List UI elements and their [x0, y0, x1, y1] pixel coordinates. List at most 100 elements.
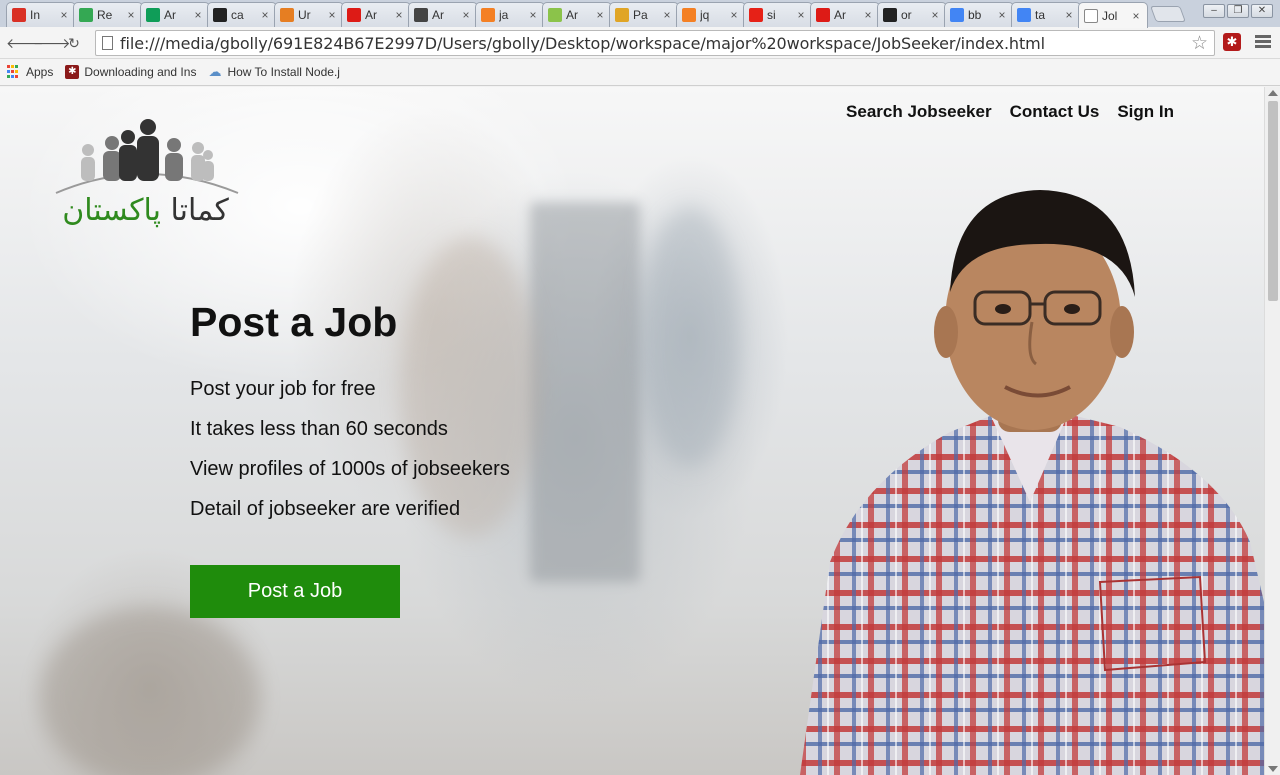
bookmark-label: Apps [26, 65, 54, 79]
bookmark-label: How To Install Node.j [227, 65, 340, 79]
tab-close-icon[interactable]: × [996, 8, 1008, 22]
tab-close-icon[interactable]: × [929, 8, 941, 22]
scroll-up-icon[interactable] [1268, 90, 1278, 96]
tab-title: ta [1035, 8, 1046, 22]
egghead-icon [548, 8, 562, 22]
nav-sign-in[interactable]: Sign In [1117, 102, 1174, 122]
tab-close-icon[interactable]: × [728, 8, 740, 22]
person-portrait-image [800, 190, 1264, 775]
people-silhouette-icon [55, 119, 239, 194]
browser-tab[interactable]: In × [6, 2, 76, 27]
tab-close-icon[interactable]: × [58, 8, 70, 22]
page-icon [1084, 8, 1098, 23]
vertical-scrollbar[interactable] [1264, 87, 1280, 775]
browser-tab[interactable]: ca × [207, 2, 277, 27]
tab-title: Ar [164, 8, 176, 22]
maximize-button[interactable]: ❐ [1227, 4, 1249, 18]
browser-tab[interactable]: Ar × [542, 2, 612, 27]
tab-close-icon[interactable]: × [460, 8, 472, 22]
bookmark-item[interactable]: ✱ Downloading and Ins [65, 65, 196, 79]
benefit-item: Detail of jobseeker are verified [190, 498, 461, 520]
tab-close-icon[interactable]: × [862, 8, 874, 22]
tab-close-icon[interactable]: × [259, 8, 271, 22]
angular-icon [816, 8, 830, 22]
page-viewport: Search Jobseeker Contact Us Sign In کمات… [0, 87, 1264, 775]
sitepoint-icon [280, 8, 294, 22]
scroll-down-icon[interactable] [1268, 766, 1278, 772]
apps-grid-icon [7, 65, 21, 79]
logo-text: کماتا پاکستان [48, 193, 243, 228]
chrome-menu-icon[interactable] [1255, 33, 1271, 51]
google-search-icon [950, 8, 964, 22]
browser-tab[interactable]: ja × [475, 2, 545, 27]
url-text[interactable]: file:///media/gbolly/691E824B67E2997D/Us… [120, 34, 1045, 53]
browser-tab[interactable]: jq × [676, 2, 746, 27]
google-sheets-icon [146, 8, 160, 22]
tab-close-icon[interactable]: × [594, 8, 606, 22]
minimize-button[interactable]: – [1203, 4, 1225, 18]
site-logo[interactable]: کماتا پاکستان [48, 115, 243, 240]
close-window-button[interactable]: ✕ [1251, 4, 1273, 18]
tab-close-icon[interactable]: × [1130, 9, 1142, 23]
logo-text-green: پاکستان [62, 193, 161, 228]
browser-tab[interactable]: Ar × [140, 2, 210, 27]
tab-close-icon[interactable]: × [192, 8, 204, 22]
nav-contact-us[interactable]: Contact Us [1010, 102, 1100, 122]
tab-title: Jol [1102, 8, 1118, 23]
browser-tab[interactable]: Ur × [274, 2, 344, 27]
tab-title: ca [231, 8, 244, 22]
browser-tab[interactable]: si × [743, 2, 813, 27]
tab-close-icon[interactable]: × [1063, 8, 1075, 22]
bookmark-favicon-icon: ✱ [65, 65, 80, 79]
browser-tab[interactable]: Re × [73, 2, 143, 27]
extension-icon[interactable]: ✱ [1223, 33, 1241, 51]
tab-close-icon[interactable]: × [393, 8, 405, 22]
bookmark-apps[interactable]: Apps [7, 65, 53, 79]
tab-title: Ar [432, 8, 444, 22]
forward-button[interactable]: 🡒 [33, 33, 71, 53]
glasses-icon [414, 8, 428, 22]
browser-tab[interactable]: Ar × [408, 2, 478, 27]
page-icon [102, 36, 113, 50]
browser-tab[interactable]: Jol × [1078, 2, 1148, 28]
gmail-icon [12, 8, 26, 22]
reload-button[interactable]: ↻ [63, 33, 85, 53]
bookmark-item[interactable]: ☁ How To Install Node.j [208, 65, 340, 80]
tab-close-icon[interactable]: × [326, 8, 338, 22]
tab-title: Ur [298, 8, 311, 22]
back-button[interactable]: 🡐 [6, 33, 44, 53]
browser-tab[interactable]: or × [877, 2, 947, 27]
tab-close-icon[interactable]: × [795, 8, 807, 22]
tab-close-icon[interactable]: × [125, 8, 137, 22]
browser-tab[interactable]: bb × [944, 2, 1014, 27]
benefit-item: It takes less than 60 seconds [190, 418, 448, 440]
tab-title: Ar [365, 8, 377, 22]
bookmark-star-icon[interactable]: ☆ [1191, 32, 1208, 55]
tab-close-icon[interactable]: × [661, 8, 673, 22]
nav-search-jobseeker[interactable]: Search Jobseeker [846, 102, 992, 122]
tab-title: si [767, 8, 776, 22]
tab-title: ja [499, 8, 509, 22]
background-blur [640, 207, 740, 467]
address-bar[interactable]: file:///media/gbolly/691E824B67E2997D/Us… [95, 30, 1215, 56]
browser-tab[interactable]: Ar × [341, 2, 411, 27]
browser-tab[interactable]: ta × [1011, 2, 1081, 27]
post-job-button[interactable]: Post a Job [190, 565, 400, 618]
top-nav: Search Jobseeker Contact Us Sign In [846, 102, 1174, 122]
stackoverflow-icon [481, 8, 495, 22]
browser-tab[interactable]: Ar × [810, 2, 880, 27]
tab-close-icon[interactable]: × [527, 8, 539, 22]
new-tab-button[interactable] [1150, 6, 1186, 22]
bookmark-label: Downloading and Ins [84, 65, 197, 79]
tab-title: Ar [566, 8, 578, 22]
google-drive-icon [79, 8, 93, 22]
tab-strip: In × Re × Ar × ca × Ur × Ar × Ar × ja × Ar × Pa × jq × si × Ar × o… [0, 0, 1280, 28]
benefit-item: Post your job for free [190, 378, 376, 400]
tab-title: Ar [834, 8, 846, 22]
browser-tab[interactable]: Pa × [609, 2, 679, 27]
hero-title: Post a Job [190, 299, 398, 345]
benefit-item: View profiles of 1000s of jobseekers [190, 458, 510, 480]
tab-title: bb [968, 8, 982, 22]
scroll-thumb[interactable] [1268, 101, 1278, 301]
tab-title: or [901, 8, 912, 22]
